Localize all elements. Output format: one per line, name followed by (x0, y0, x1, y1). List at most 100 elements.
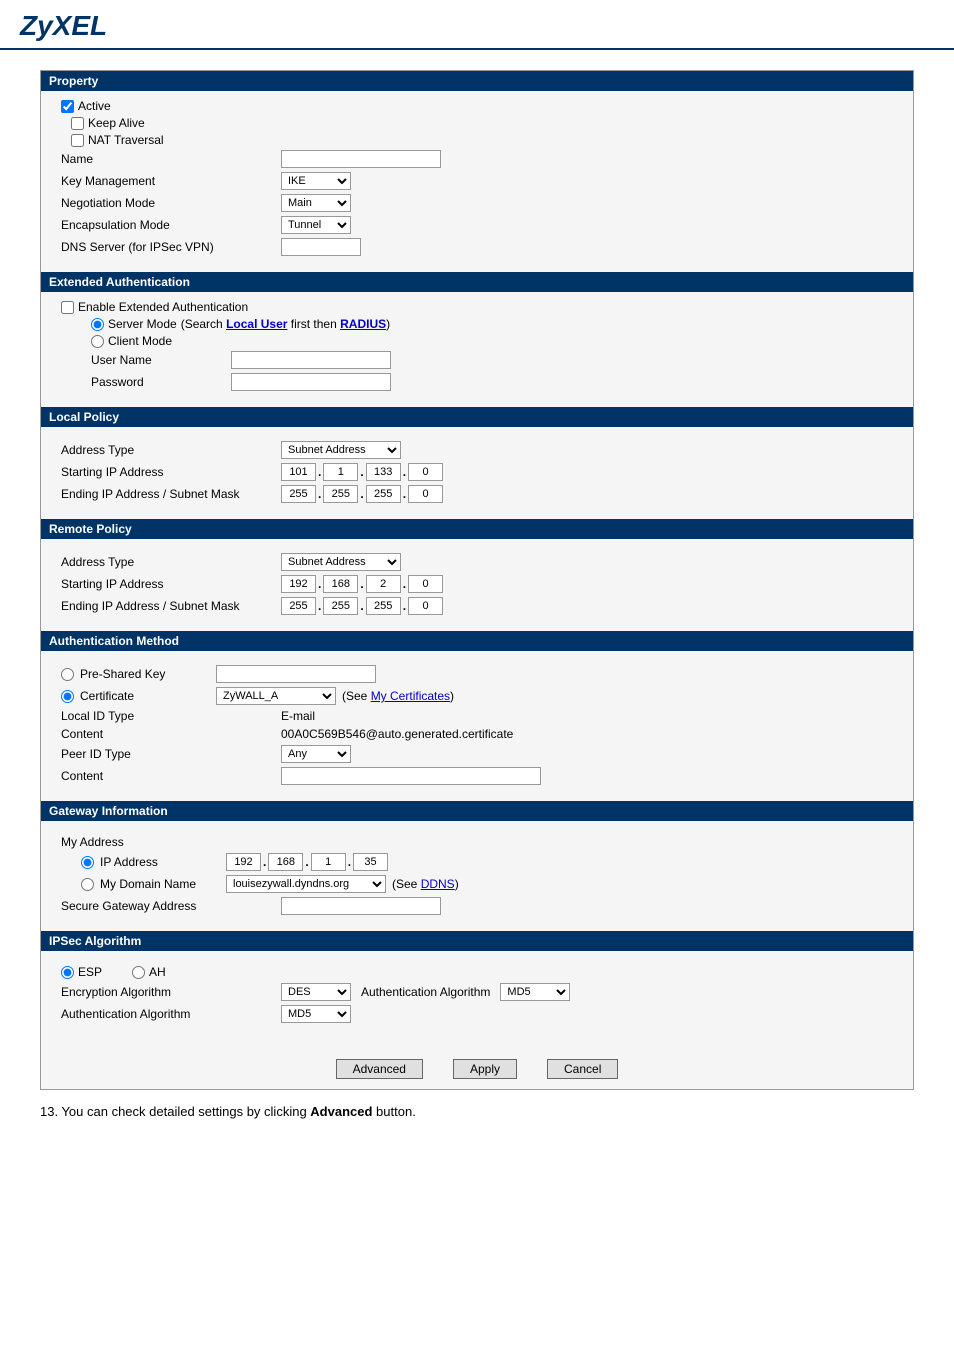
remote-end-ip-row: Ending IP Address / Subnet Mask . . . (61, 597, 893, 615)
cancel-button[interactable]: Cancel (547, 1059, 618, 1079)
negotiation-select[interactable]: Main Aggressive (281, 194, 351, 212)
dns-label: DNS Server (for IPSec VPN) (61, 240, 281, 254)
name-label: Name (61, 152, 281, 166)
negotiation-row: Negotiation Mode Main Aggressive (61, 194, 893, 212)
enable-ext-auth-label: Enable Extended Authentication (78, 300, 248, 314)
password-input[interactable] (231, 373, 391, 391)
local-start-ip-2[interactable] (323, 463, 358, 481)
remote-start-ip-row: Starting IP Address . . . (61, 575, 893, 593)
secure-gw-label: Secure Gateway Address (61, 899, 281, 913)
peer-content-row: Content (61, 767, 893, 785)
local-addr-type-select[interactable]: Subnet Address Single Address Range Addr… (281, 441, 401, 459)
local-id-label: Local ID Type (61, 709, 281, 723)
certificate-select[interactable]: ZyWALL_A (216, 687, 336, 705)
dns-input[interactable]: 0.0.0.0 (281, 238, 361, 256)
ah-radio[interactable] (132, 966, 145, 979)
key-mgmt-select[interactable]: IKE Manual (281, 172, 351, 190)
local-end-ip-4[interactable] (408, 485, 443, 503)
domain-name-select[interactable]: louisezywall.dyndns.org (226, 875, 386, 893)
domain-name-row: My Domain Name louisezywall.dyndns.org (… (61, 875, 893, 893)
ip-address-label: IP Address (100, 855, 220, 869)
pre-shared-input[interactable]: 12345678 (216, 665, 376, 683)
local-end-ip-1[interactable] (281, 485, 316, 503)
property-section-header: Property (41, 71, 913, 91)
extended-auth-header: Extended Authentication (41, 272, 913, 292)
nat-traversal-label: NAT Traversal (88, 133, 164, 147)
content-label: Content (61, 727, 281, 741)
peer-id-select[interactable]: Any E-mail IP DNS (281, 745, 351, 763)
ah-label: AH (149, 965, 166, 979)
domain-name-label: My Domain Name (100, 877, 220, 891)
apply-button[interactable]: Apply (453, 1059, 517, 1079)
domain-name-radio[interactable] (81, 878, 94, 891)
certificate-radio[interactable] (61, 690, 74, 703)
server-mode-radio[interactable] (91, 318, 104, 331)
my-certs-link[interactable]: My Certificates (371, 689, 450, 703)
local-start-ip-1[interactable] (281, 463, 316, 481)
client-mode-radio[interactable] (91, 335, 104, 348)
note-text-end: button. (372, 1104, 415, 1119)
local-start-ip-4[interactable] (408, 463, 443, 481)
auth-algo-inline-label: Authentication Algorithm (361, 985, 490, 999)
local-start-ip-row: Starting IP Address . . . (61, 463, 893, 481)
local-start-ip-3[interactable] (366, 463, 401, 481)
zyxel-logo: ZyXEL (20, 10, 107, 41)
my-address-label: My Address (61, 835, 281, 849)
advanced-button[interactable]: Advanced (336, 1059, 423, 1079)
remote-start-ip-3[interactable] (366, 575, 401, 593)
radius-link[interactable]: RADIUS (340, 317, 386, 331)
client-mode-row: Client Mode (61, 334, 893, 348)
pre-shared-row: Pre-Shared Key 12345678 (61, 665, 893, 683)
local-addr-type-label: Address Type (61, 443, 281, 457)
encryption-algo-select[interactable]: DES 3DES AES (281, 983, 351, 1001)
local-end-ip-2[interactable] (323, 485, 358, 503)
encapsulation-select[interactable]: Tunnel Transport (281, 216, 351, 234)
ipsec-algo-body: ESP AH Encryption Algorithm DES 3DES AES… (41, 951, 913, 1049)
page-header: ZyXEL (0, 0, 954, 50)
gw-ip-3[interactable] (311, 853, 346, 871)
remote-start-ip-4[interactable] (408, 575, 443, 593)
password-label: Password (91, 375, 231, 389)
peer-content-input[interactable] (281, 767, 541, 785)
name-row: Name to_ZyWALLB (61, 150, 893, 168)
local-start-ip-label: Starting IP Address (61, 465, 281, 479)
remote-end-ip-3[interactable] (366, 597, 401, 615)
ddns-link[interactable]: DDNS (421, 877, 455, 891)
remote-addr-type-select[interactable]: Subnet Address Single Address Range Addr… (281, 553, 401, 571)
ip-address-row: IP Address . . . (61, 853, 893, 871)
active-checkbox[interactable] (61, 100, 74, 113)
keep-alive-checkbox[interactable] (71, 117, 84, 130)
gateway-info-body: My Address IP Address . . . (41, 821, 913, 931)
username-input[interactable] (231, 351, 391, 369)
esp-radio[interactable] (61, 966, 74, 979)
auth-algo-label: Authentication Algorithm (61, 1007, 281, 1021)
ipsec-algo-header: IPSec Algorithm (41, 931, 913, 951)
secure-gw-input[interactable]: 192.168.1.36 (281, 897, 441, 915)
local-end-ip-group: . . . (281, 485, 443, 503)
auth-algo-inline-select[interactable]: MD5 SHA1 (500, 983, 570, 1001)
pre-shared-radio[interactable] (61, 668, 74, 681)
name-input[interactable]: to_ZyWALLB (281, 150, 441, 168)
remote-end-ip-4[interactable] (408, 597, 443, 615)
peer-id-type-row: Peer ID Type Any E-mail IP DNS (61, 745, 893, 763)
remote-end-ip-1[interactable] (281, 597, 316, 615)
remote-start-ip-group: . . . (281, 575, 443, 593)
local-end-ip-3[interactable] (366, 485, 401, 503)
enable-ext-auth-checkbox[interactable] (61, 301, 74, 314)
remote-start-ip-2[interactable] (323, 575, 358, 593)
remote-start-ip-label: Starting IP Address (61, 577, 281, 591)
remote-policy-body: Address Type Subnet Address Single Addre… (41, 539, 913, 631)
nat-traversal-checkbox[interactable] (71, 134, 84, 147)
local-user-link[interactable]: Local User (226, 317, 287, 331)
gw-ip-1[interactable] (226, 853, 261, 871)
content-row: Content 00A0C569B546@auto.generated.cert… (61, 727, 893, 741)
key-mgmt-row: Key Management IKE Manual (61, 172, 893, 190)
remote-start-ip-1[interactable] (281, 575, 316, 593)
gw-ip-4[interactable] (353, 853, 388, 871)
auth-algo-row: Authentication Algorithm MD5 SHA1 (61, 1005, 893, 1023)
gw-ip-2[interactable] (268, 853, 303, 871)
certificate-label: Certificate (80, 689, 210, 703)
auth-algo-select[interactable]: MD5 SHA1 (281, 1005, 351, 1023)
remote-end-ip-2[interactable] (323, 597, 358, 615)
ip-address-radio[interactable] (81, 856, 94, 869)
